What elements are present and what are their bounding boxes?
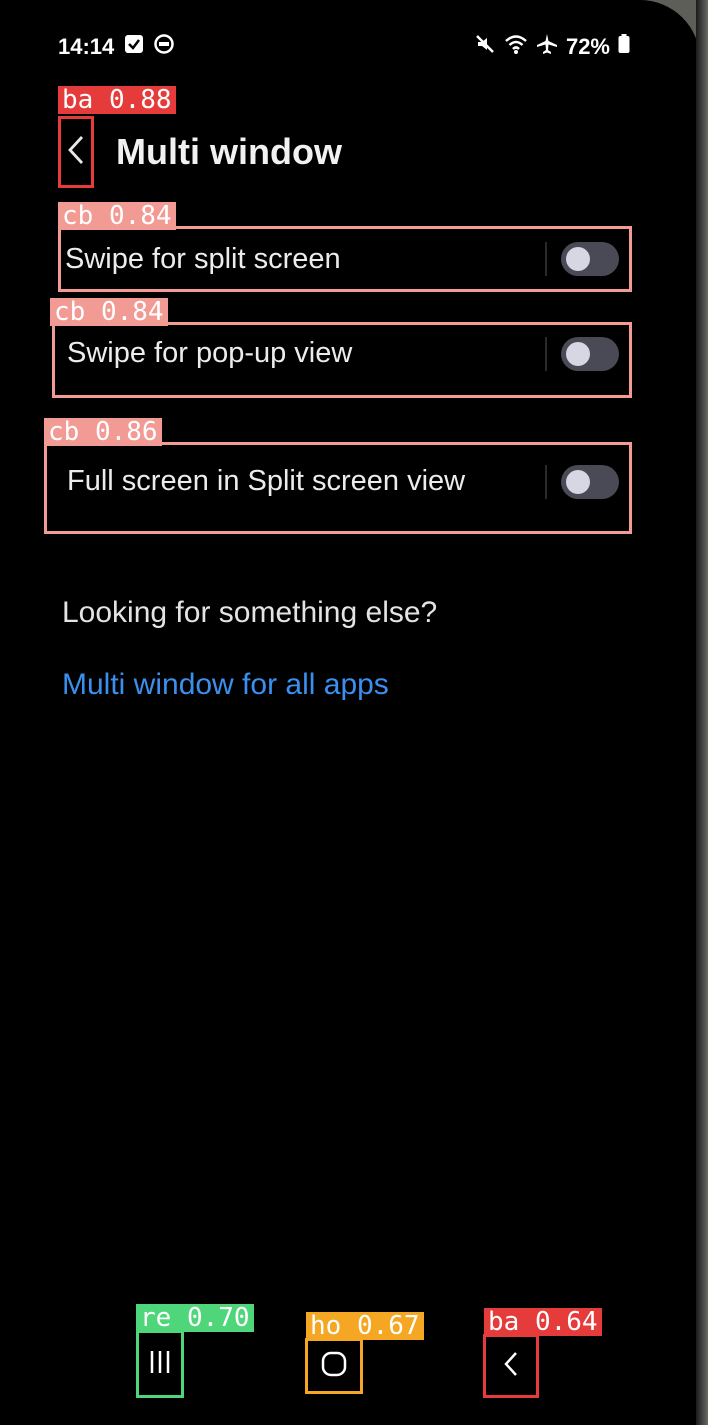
toggle-knob [566,342,590,366]
mute-icon [474,33,496,61]
setting-controls [545,465,619,499]
status-bar: 14:14 72% [58,32,630,62]
toggle-switch[interactable] [561,465,619,499]
wifi-icon [504,33,528,61]
check-box-icon [124,34,144,60]
back-button[interactable] [58,116,94,188]
messenger-icon [154,34,175,60]
setting-controls [545,242,619,276]
device-bezel [696,0,708,1425]
recents-icon [147,1349,173,1380]
setting-label: Full screen in Split screen view [67,465,466,497]
annotation-home: ho 0.67 [306,1312,424,1340]
battery-icon [618,34,630,60]
status-left: 14:14 [58,34,175,60]
divider [545,465,547,499]
suggestions-heading: Looking for something else? [62,596,438,629]
setting-swipe-popup-view[interactable]: Swipe for pop-up view [52,322,632,398]
toggle-switch[interactable] [561,337,619,371]
annotation-nav-back: ba 0.64 [484,1308,602,1336]
page-title: Multi window [116,131,342,172]
home-button[interactable] [305,1338,363,1394]
back-icon [502,1350,520,1383]
divider [545,337,547,371]
setting-swipe-split-screen[interactable]: Swipe for split screen [58,226,632,292]
toggle-knob [566,470,590,494]
recents-button[interactable] [136,1330,184,1398]
multi-window-all-apps-link[interactable]: Multi window for all apps [62,668,389,702]
setting-label: Swipe for pop-up view [67,337,353,369]
app-header: Multi window [58,112,342,192]
setting-full-screen-split-view[interactable]: Full screen in Split screen view [44,442,632,534]
phone-screen: 14:14 72% ba 0.88 Multi window cb 0.84 S… [0,0,700,1425]
chevron-left-icon [66,134,86,171]
annotation-back: ba 0.88 [58,86,176,114]
airplane-icon [536,33,558,61]
home-icon [320,1350,348,1383]
setting-controls [545,337,619,371]
divider [545,242,547,276]
status-time: 14:14 [58,34,115,59]
status-right: 72% [474,33,630,61]
annotation-recents: re 0.70 [136,1304,254,1332]
battery-level: 72% [565,34,610,59]
setting-label: Swipe for split screen [65,242,341,275]
toggle-switch[interactable] [561,242,619,276]
toggle-knob [566,247,590,271]
nav-back-button[interactable] [483,1334,539,1398]
